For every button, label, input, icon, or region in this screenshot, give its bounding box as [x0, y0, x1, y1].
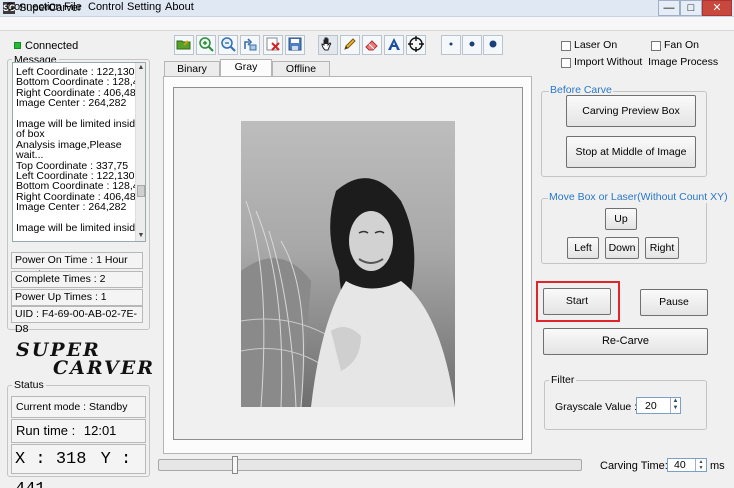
status-label: Status — [12, 379, 46, 391]
preview-image — [241, 121, 455, 407]
x-label: X : — [15, 450, 46, 469]
minimize-button[interactable]: — — [658, 0, 680, 16]
fan-on-label: Fan On — [664, 39, 700, 51]
move-right-button[interactable]: Right — [645, 237, 679, 259]
move-up-button[interactable]: Up — [605, 208, 637, 230]
text-tool-icon[interactable] — [384, 35, 404, 55]
menu-connection[interactable]: Connection — [6, 1, 62, 13]
rotate-icon[interactable] — [240, 35, 260, 55]
xy-readout: X : 318 Y : 441 — [11, 444, 146, 488]
laser-on-checkbox[interactable] — [561, 41, 571, 51]
scroll-up-icon[interactable]: ▲ — [136, 63, 145, 73]
carving-time-spinbox[interactable]: 40 ▲ ▼ — [667, 458, 707, 472]
eraser-icon[interactable] — [362, 35, 382, 55]
open-folder-icon[interactable] — [174, 35, 194, 55]
import-without-checkbox[interactable] — [561, 58, 571, 68]
move-box-label: Move Box or Laser(Without Count XY) — [548, 191, 729, 203]
power-on-time: Power On Time : 1 Hour 25 Min — [11, 252, 143, 281]
laser-on-label: Laser On — [574, 39, 618, 51]
message-line: Image will be limited inside — [16, 221, 141, 234]
pencil-icon[interactable] — [340, 35, 360, 55]
target-icon[interactable] — [406, 35, 426, 55]
power-up-times: Power Up Times : 1 — [11, 289, 143, 306]
re-carve-button[interactable]: Re-Carve — [543, 328, 708, 355]
run-time-label: Run time : — [16, 423, 76, 438]
x-value: 318 — [55, 450, 87, 469]
connection-status: Connected — [25, 40, 79, 52]
message-scrollbar[interactable]: ▲ ▼ — [135, 63, 145, 241]
stop-at-middle-button[interactable]: Stop at Middle of Image — [566, 136, 696, 168]
y-label: Y : — [100, 450, 132, 469]
delete-icon[interactable] — [263, 35, 283, 55]
tab-binary-carve[interactable]: Binary Carve — [164, 61, 220, 90]
zoom-out-icon[interactable] — [218, 35, 238, 55]
scroll-thumb[interactable] — [137, 185, 145, 197]
carving-preview-box-button[interactable]: Carving Preview Box — [566, 95, 696, 127]
grayscale-spinbox[interactable]: 20 ▲ ▼ — [636, 397, 681, 414]
start-button[interactable]: Start — [543, 288, 611, 315]
menu-control[interactable]: Control — [88, 1, 123, 13]
carving-time-slider[interactable] — [158, 459, 582, 471]
scroll-down-icon[interactable]: ▼ — [136, 231, 145, 241]
run-time-value: 12:01 — [83, 423, 117, 438]
menu-bar — [0, 17, 734, 31]
zoom-in-icon[interactable] — [196, 35, 216, 55]
maximize-button[interactable]: □ — [680, 0, 702, 16]
pause-button[interactable]: Pause — [640, 289, 708, 316]
current-mode: Current mode : Standby — [11, 396, 146, 418]
complete-times: Complete Times : 2 — [11, 271, 143, 288]
message-log[interactable]: Left Coordinate : 122,130 Bottom Coordina… — [12, 62, 146, 242]
menu-file[interactable]: File — [64, 1, 82, 13]
hand-pan-icon[interactable] — [318, 35, 338, 55]
save-icon[interactable] — [285, 35, 305, 55]
carving-time-label: Carving Time: — [600, 460, 668, 472]
menu-setting[interactable]: Setting — [127, 1, 161, 13]
logo-line-carver: CARVER — [53, 357, 155, 379]
carving-spin-icon[interactable]: ▲ ▼ — [695, 459, 706, 471]
slider-thumb[interactable] — [232, 456, 238, 474]
run-time-box: Run time : 12:01 — [11, 419, 146, 443]
fan-on-checkbox[interactable] — [651, 41, 661, 51]
y-value: 441 — [15, 480, 46, 488]
grayscale-value: 20 — [645, 400, 657, 412]
move-left-button[interactable]: Left — [567, 237, 599, 259]
close-button[interactable]: ✕ — [702, 0, 732, 16]
tab-offline-carve[interactable]: Offline Carve — [272, 61, 330, 90]
menu-about[interactable]: About — [165, 1, 194, 13]
spin-arrows-icon[interactable]: ▲ ▼ — [670, 398, 680, 413]
move-down-button[interactable]: Down — [605, 237, 639, 259]
import-without-label: Import Without Image Process — [574, 56, 719, 68]
uid: UID : F4-69-00-AB-02-7E-D8 — [11, 306, 143, 335]
dot-small-icon[interactable] — [441, 35, 461, 55]
message-line: wait... — [16, 149, 44, 162]
message-line: Image Center : 264,282 — [16, 97, 127, 110]
message-line: Image Center : 264,282 — [16, 201, 127, 214]
carving-time-value: 40 — [674, 459, 686, 471]
filter-label: Filter — [549, 374, 577, 386]
connection-led — [14, 42, 21, 49]
grayscale-label: Grayscale Value : — [555, 401, 638, 413]
dot-large-icon[interactable] — [483, 35, 503, 55]
carving-time-unit: ms — [710, 460, 725, 472]
dot-medium-icon[interactable] — [462, 35, 482, 55]
